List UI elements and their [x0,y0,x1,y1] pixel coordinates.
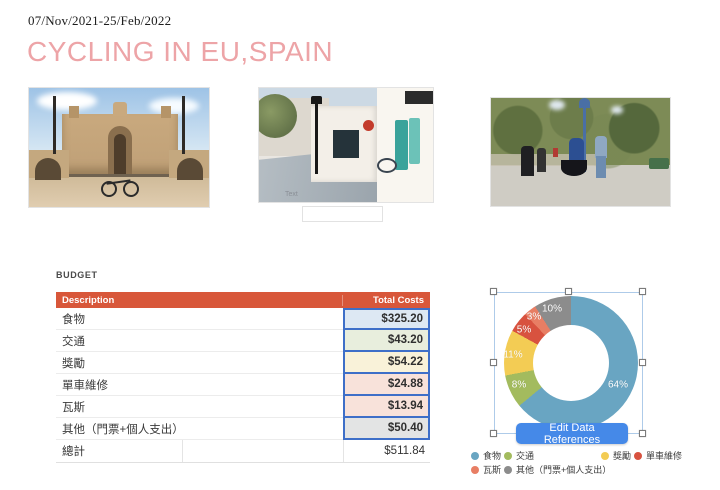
central-arch-shadow [114,134,126,174]
legend-label: 交通 [516,449,534,462]
slice-label: 11% [503,350,522,361]
cell-description[interactable]: 交通 [56,330,343,352]
legend-item[interactable]: 其他（門票+個人支出） [504,464,611,475]
central-crest [113,102,127,116]
figure-red-top [553,148,558,157]
dancer-denim [595,136,607,158]
lamppost-right [182,96,185,154]
seated-figure [521,146,534,176]
park-bench [649,158,669,169]
standing-figure [537,148,546,172]
legend-item[interactable]: 食物 [471,450,501,461]
table-footer-row[interactable]: 總計 $511.84 [56,440,430,463]
edit-data-references-button[interactable]: Edit Data References [516,423,628,444]
resize-handle-bottom-left[interactable] [490,430,497,437]
cell-empty[interactable] [183,440,344,462]
legend-dot [634,452,642,460]
table-row[interactable]: 單車維修 $24.88 [56,374,430,396]
hanging-garment [409,118,420,164]
resize-handle-top-center[interactable] [565,288,572,295]
sky-gap [611,106,623,114]
cell-description[interactable]: 單車維修 [56,374,343,396]
legend-label: 瓦斯 [483,463,501,476]
sky-gap [549,100,565,110]
photo-white-street[interactable]: Text [258,87,434,203]
page-title[interactable]: CYCLING IN EU,SPAIN [27,36,333,68]
table-row[interactable]: 食物 $325.20 [56,308,430,330]
cell-description[interactable]: 其他（門票+個人支出） [56,418,343,440]
tower-left [69,106,79,118]
dark-signboard [333,130,359,158]
column-header-description[interactable]: Description [56,295,343,306]
lamppost-head [311,96,322,104]
bridge-arch-right [177,158,203,180]
blue-lamppost-head [579,98,590,108]
dancer-jeans [596,156,606,178]
legend-dot [504,452,512,460]
cloud [37,92,97,110]
cell-value-selected[interactable]: $325.20 [343,308,430,330]
legend-item[interactable]: 單車維修 [634,450,682,461]
cell-value-selected[interactable]: $54.22 [343,352,430,374]
table-row[interactable]: 其他（門票+個人支出） $50.40 [56,418,430,440]
empty-caption-box[interactable] [302,206,383,222]
cell-description[interactable]: 食物 [56,308,343,330]
slice-label: 10% [542,304,562,315]
photo-park-dancers[interactable] [490,97,671,207]
shop-sign [405,91,434,104]
cloud [149,98,199,114]
cell-description[interactable]: 獎勵 [56,352,343,374]
legend-dot [471,452,479,460]
legend-dot [504,466,512,474]
budget-section-label[interactable]: BUDGET [56,270,98,280]
resize-handle-mid-left[interactable] [490,359,497,366]
legend-dot [471,466,479,474]
table-row[interactable]: 瓦斯 $13.94 [56,396,430,418]
cell-value-selected[interactable]: $24.88 [343,374,430,396]
lamppost-left [53,96,56,154]
cell-total-label[interactable]: 總計 [56,440,183,462]
cell-description[interactable]: 瓦斯 [56,396,343,418]
text-placeholder-label[interactable]: Text [285,191,298,198]
legend-item[interactable]: 交通 [504,450,534,461]
bicycle [377,158,397,173]
cell-value-selected[interactable]: $43.20 [343,330,430,352]
legend-item[interactable]: 獎勵 [601,450,631,461]
bridge-arch-left [35,158,61,180]
cell-total-value[interactable]: $511.84 [344,440,430,462]
photo-plaza-de-espana[interactable] [28,87,210,208]
resize-handle-bottom-right[interactable] [639,430,646,437]
donut-hole [533,325,609,401]
legend-dot [601,452,609,460]
table-row[interactable]: 交通 $43.20 [56,330,430,352]
column-header-total-costs[interactable]: Total Costs [343,295,430,306]
legend-label: 其他（門票+個人支出） [516,463,611,476]
table-header-row[interactable]: Description Total Costs [56,292,430,308]
dancer-skirt [561,160,587,176]
legend-label: 食物 [483,449,501,462]
budget-table[interactable]: Description Total Costs 食物 $325.20 交通 $4… [56,292,430,463]
hanging-garment [395,120,408,170]
resize-handle-mid-right[interactable] [639,359,646,366]
legend-label: 獎勵 [613,449,631,462]
slice-label: 64% [608,380,628,391]
cell-value-selected[interactable]: $13.94 [343,396,430,418]
legend-item[interactable]: 瓦斯 [471,464,501,475]
slide-canvas: 07/Nov/2021-25/Feb/2022 CYCLING IN EU,SP… [0,0,720,490]
lamppost [315,100,318,174]
slice-label: 8% [512,380,526,391]
legend-label: 單車維修 [646,449,682,462]
slice-label: 5% [517,325,531,336]
date-range-text[interactable]: 07/Nov/2021-25/Feb/2022 [28,13,171,29]
slice-label: 3% [527,312,541,323]
resize-handle-top-right[interactable] [639,288,646,295]
cell-value-selected[interactable]: $50.40 [343,418,430,440]
tower-right [161,106,171,118]
table-row[interactable]: 獎勵 $54.22 [56,352,430,374]
resize-handle-top-left[interactable] [490,288,497,295]
red-round-sign [363,120,374,131]
